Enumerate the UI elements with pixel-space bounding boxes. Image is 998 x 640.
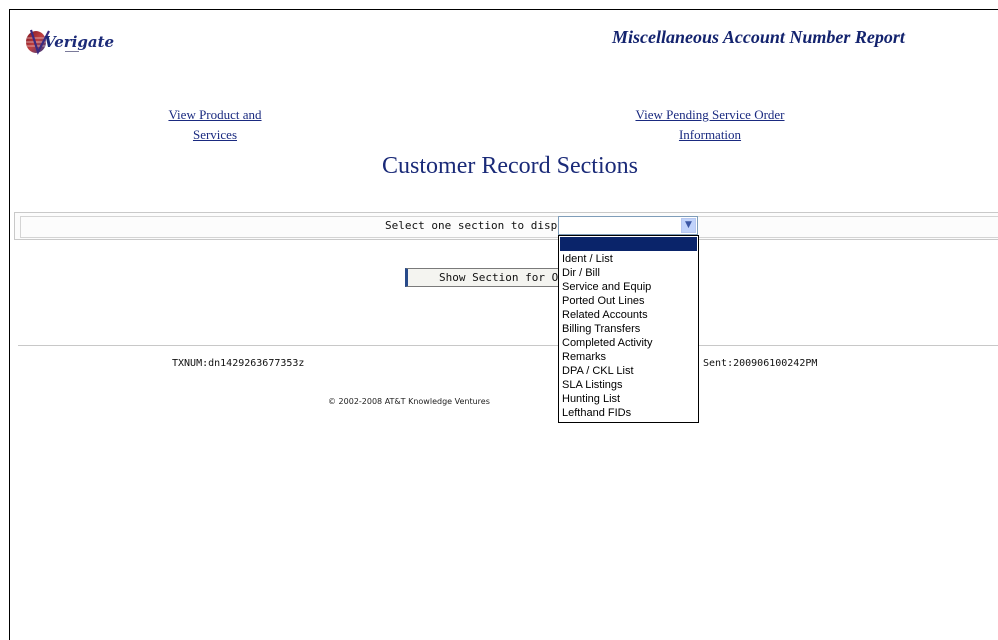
dropdown-option-ported-out-lines[interactable]: Ported Out Lines — [562, 294, 645, 308]
view-pending-line2[interactable]: Information — [605, 125, 815, 145]
dropdown-option-billing-transfers[interactable]: Billing Transfers — [562, 322, 640, 336]
sent-timestamp: Sent:200906100242PM — [703, 358, 818, 369]
view-pending-service-order-link[interactable]: View Pending Service Order Information — [605, 105, 815, 145]
dropdown-option-sla-listings[interactable]: SLA Listings — [562, 378, 623, 392]
dropdown-option-completed-activity[interactable]: Completed Activity — [562, 336, 652, 350]
logo-text: Verigate — [44, 33, 115, 51]
dropdown-option-dir-bill[interactable]: Dir / Bill — [562, 266, 600, 280]
dropdown-option-hunting-list[interactable]: Hunting List — [562, 392, 620, 406]
txnum-text: TXNUM:dn1429263677353z — [172, 358, 305, 369]
select-section-label: Select one section to display — [385, 219, 578, 232]
dropdown-highlight — [560, 237, 697, 251]
report-title: Miscellaneous Account Number Report — [612, 27, 905, 47]
dropdown-option-related-accounts[interactable]: Related Accounts — [562, 308, 648, 322]
dropdown-option-ident-list[interactable]: Ident / List — [562, 252, 613, 266]
dropdown-option-dpa-ckl-list[interactable]: DPA / CKL List — [562, 364, 634, 378]
dropdown-option-service-equip[interactable]: Service and Equip — [562, 280, 651, 294]
page-title: Customer Record Sections — [382, 153, 638, 179]
view-product-services-link[interactable]: View Product and Services — [140, 105, 290, 145]
divider — [18, 345, 998, 346]
show-section-button[interactable]: Show Section for Op — [405, 268, 561, 287]
chevron-down-icon[interactable]: ▼ — [681, 218, 696, 233]
view-pending-line1[interactable]: View Pending Service Order — [605, 105, 815, 125]
copyright-text: © 2002-2008 AT&T Knowledge Ventures — [328, 397, 490, 406]
section-select[interactable]: ▼ — [558, 216, 698, 235]
section-dropdown-list[interactable]: Ident / List Dir / Bill Service and Equi… — [558, 235, 699, 423]
view-product-services-line2[interactable]: Services — [140, 125, 290, 145]
view-product-services-line1[interactable]: View Product and — [140, 105, 290, 125]
dropdown-option-remarks[interactable]: Remarks — [562, 350, 606, 364]
window-frame — [9, 9, 998, 640]
dropdown-option-lefthand-fids[interactable]: Lefthand FIDs — [562, 406, 631, 420]
